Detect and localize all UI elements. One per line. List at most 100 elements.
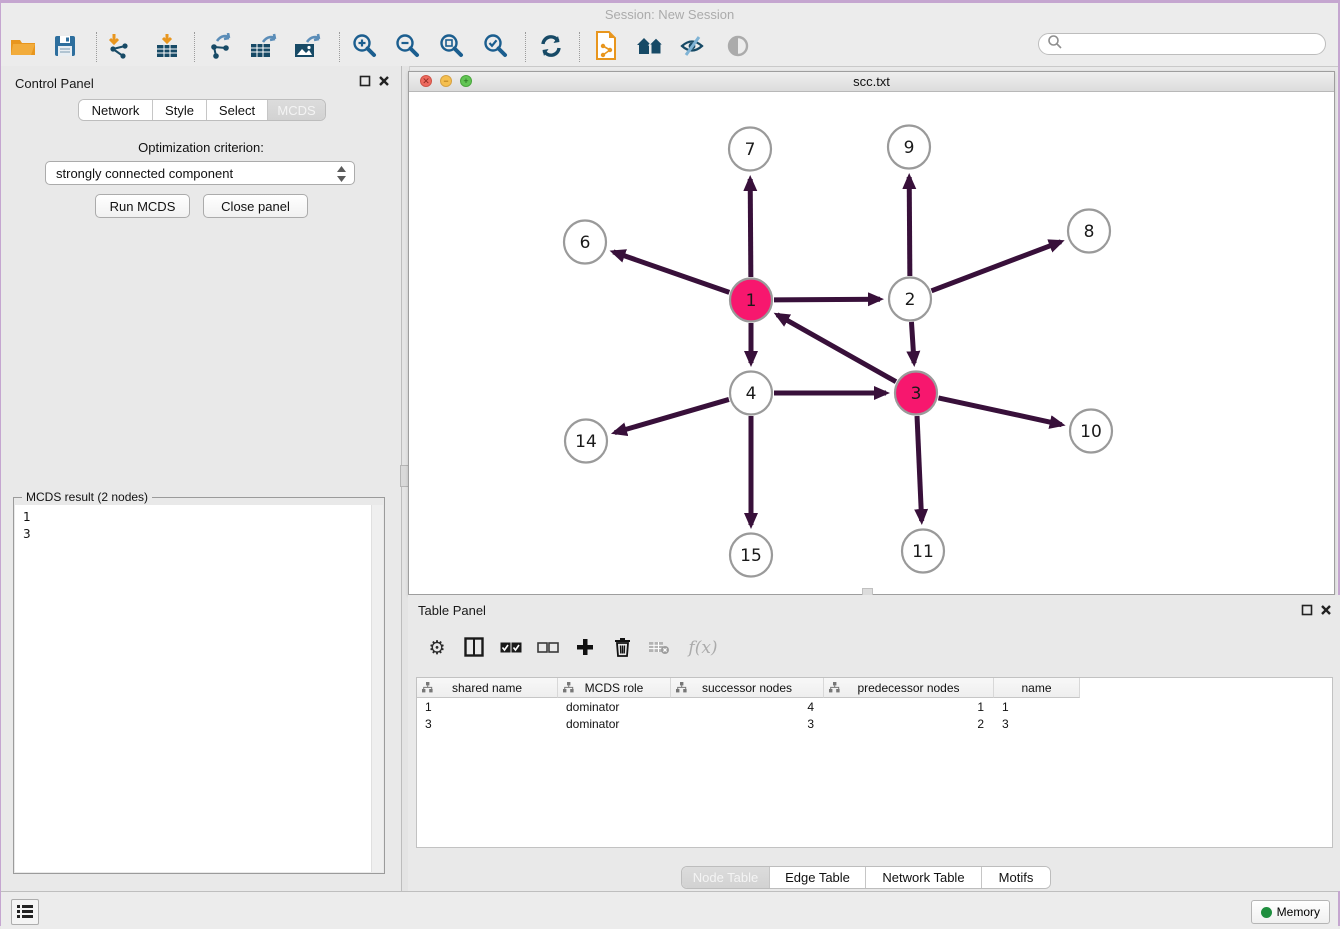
graph-node-4[interactable]: 4 — [730, 372, 772, 415]
mcds-result-item: 1 — [15, 505, 383, 526]
zoom-fit-button[interactable] — [434, 31, 468, 63]
graph-node-10[interactable]: 10 — [1070, 410, 1112, 453]
close-table-panel-icon[interactable] — [1320, 604, 1332, 616]
zoom-selected-icon — [482, 33, 508, 62]
graph-node-3[interactable]: 3 — [895, 372, 937, 415]
table-row[interactable]: 3 dominator 3 2 3 — [417, 715, 1332, 732]
delete-column-button[interactable] — [609, 635, 635, 661]
float-panel-icon[interactable] — [359, 75, 371, 87]
tab-network-table[interactable]: Network Table — [866, 867, 982, 888]
apply-layout-button[interactable] — [534, 31, 568, 63]
column-header-mcds-role[interactable]: MCDS role — [558, 678, 671, 698]
mcds-result-list[interactable]: 1 3 — [15, 505, 383, 872]
log-console-button[interactable] — [11, 899, 39, 925]
tab-mcds[interactable]: MCDS — [268, 100, 325, 120]
close-panel-icon[interactable] — [378, 75, 390, 87]
mcds-result-group: MCDS result (2 nodes) 1 3 — [13, 497, 385, 874]
graph-edge-3-1[interactable] — [777, 315, 896, 382]
network-graph[interactable]: 1 2 3 4 6 7 8 9 10 11 14 15 — [409, 91, 1334, 594]
tab-edge-table[interactable]: Edge Table — [770, 867, 866, 888]
zoom-out-button[interactable] — [390, 31, 424, 63]
search-input[interactable] — [1068, 34, 1325, 54]
graph-edge-2-9[interactable] — [909, 177, 910, 276]
zoom-selected-button[interactable] — [478, 31, 512, 63]
first-neighbors-button[interactable] — [633, 31, 667, 63]
graph-edge-3-10[interactable] — [938, 398, 1061, 425]
export-image-button[interactable] — [290, 31, 324, 63]
graph-node-label: 2 — [905, 290, 916, 310]
list-icon — [16, 903, 34, 922]
close-panel-button[interactable]: Close panel — [203, 194, 308, 218]
toolbar-separator — [194, 32, 196, 62]
zoom-in-button[interactable] — [347, 31, 381, 63]
cell-predecessor-nodes: 2 — [824, 715, 994, 732]
delete-table-button[interactable] — [646, 635, 672, 661]
column-header-shared-name[interactable]: shared name — [417, 678, 558, 698]
import-table-button[interactable] — [150, 31, 184, 63]
graph-node-11[interactable]: 11 — [902, 530, 944, 573]
column-header-name[interactable]: name — [994, 678, 1080, 698]
graph-edge-1-2[interactable] — [774, 299, 880, 300]
plus-icon — [576, 638, 594, 659]
search-box — [1038, 33, 1326, 55]
criterion-select[interactable]: strongly connected component — [45, 161, 355, 185]
memory-status-icon — [1261, 907, 1272, 918]
open-session-button[interactable] — [6, 31, 40, 63]
main-toolbar — [1, 28, 1338, 67]
network-window-titlebar[interactable]: ✕ − + scc.txt — [409, 72, 1334, 92]
tab-network[interactable]: Network — [79, 100, 153, 120]
export-network-button[interactable] — [203, 31, 237, 63]
checked-boxes-icon — [500, 641, 522, 656]
control-panel: Control Panel Network Style Select MCDS … — [1, 66, 401, 891]
column-header-predecessor-nodes[interactable]: predecessor nodes — [824, 678, 994, 698]
graph-node-14[interactable]: 14 — [565, 420, 607, 463]
unchecked-boxes-icon — [537, 641, 559, 656]
graph-node-label: 9 — [904, 138, 915, 158]
tab-style[interactable]: Style — [153, 100, 207, 120]
import-network-button[interactable] — [102, 31, 136, 63]
new-network-from-selection-button[interactable] — [589, 31, 623, 63]
graph-edge-2-8[interactable] — [932, 242, 1061, 291]
import-table-icon — [154, 33, 180, 62]
graph-node-7[interactable]: 7 — [729, 128, 771, 171]
show-all-button[interactable] — [721, 31, 755, 63]
graph-edge-1-6[interactable] — [613, 252, 729, 293]
toolbar-separator — [96, 32, 98, 62]
save-session-button[interactable] — [48, 31, 82, 63]
export-table-button[interactable] — [246, 31, 280, 63]
optimization-criterion-label: Optimization criterion: — [1, 140, 401, 155]
memory-button[interactable]: Memory — [1251, 900, 1330, 924]
hide-selected-button[interactable] — [676, 31, 710, 63]
column-layout-button[interactable] — [461, 635, 487, 661]
cell-successor-nodes: 4 — [671, 698, 824, 715]
table-tabs: Node Table Edge Table Network Table Moti… — [681, 866, 1051, 889]
graph-edge-3-11[interactable] — [917, 416, 922, 521]
select-all-button[interactable] — [498, 635, 524, 661]
table-settings-button[interactable]: ⚙ — [424, 635, 450, 661]
trash-icon — [614, 637, 631, 660]
graph-node-1[interactable]: 1 — [730, 279, 772, 322]
tab-select[interactable]: Select — [207, 100, 268, 120]
gear-icon: ⚙ — [428, 637, 445, 659]
graph-edge-4-14[interactable] — [615, 399, 729, 432]
table-row[interactable]: 1 dominator 4 1 1 — [417, 698, 1332, 715]
graph-node-15[interactable]: 15 — [730, 534, 772, 577]
app-title: Session: New Session — [1, 7, 1338, 22]
tab-motifs[interactable]: Motifs — [982, 867, 1050, 888]
graph-node-9[interactable]: 9 — [888, 126, 930, 169]
graph-edge-2-3[interactable] — [911, 322, 914, 363]
column-header-successor-nodes[interactable]: successor nodes — [671, 678, 824, 698]
run-mcds-button[interactable]: Run MCDS — [95, 194, 190, 218]
graph-edge-1-7[interactable] — [750, 179, 751, 277]
deselect-all-button[interactable] — [535, 635, 561, 661]
graph-node-2[interactable]: 2 — [889, 278, 931, 321]
cell-name: 1 — [994, 698, 1080, 715]
save-floppy-icon — [54, 35, 76, 60]
result-scrollbar[interactable] — [371, 505, 383, 872]
float-table-panel-icon[interactable] — [1301, 604, 1313, 616]
add-column-button[interactable] — [572, 635, 598, 661]
graph-node-8[interactable]: 8 — [1068, 210, 1110, 253]
graph-node-6[interactable]: 6 — [564, 221, 606, 264]
tab-node-table[interactable]: Node Table — [682, 867, 770, 888]
apply-function-button[interactable]: f(x) — [683, 635, 723, 661]
